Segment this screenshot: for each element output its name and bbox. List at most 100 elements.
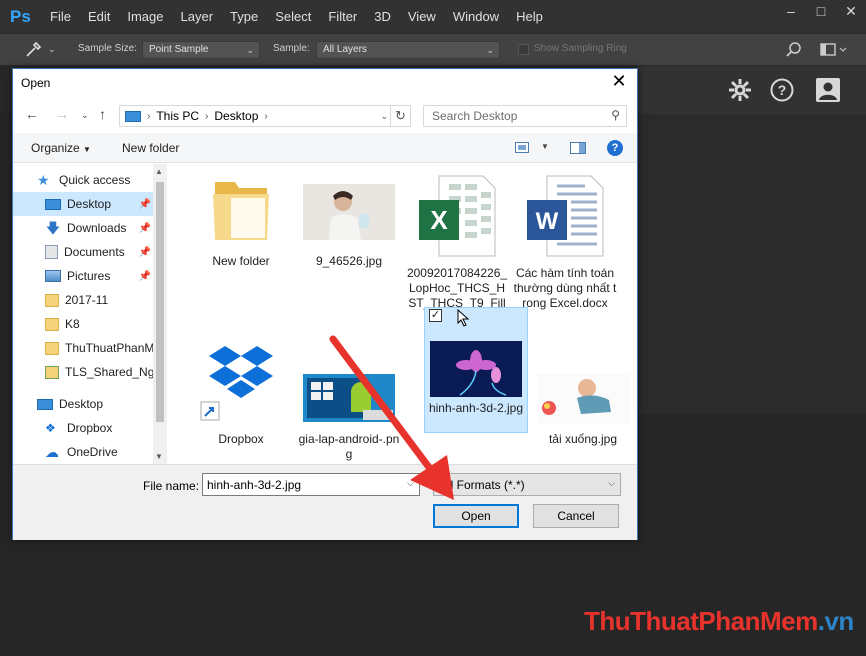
refresh-icon[interactable]: ↻ <box>390 106 410 126</box>
maximize-icon[interactable]: □ <box>806 0 836 22</box>
address-bar[interactable]: › This PC › Desktop › ⌄ ↻ <box>119 105 411 127</box>
menu-view[interactable]: View <box>408 9 436 24</box>
sample-label: Sample: <box>273 43 310 54</box>
file-name-input[interactable]: hinh-anh-3d-2.jpg ⌵ <box>202 473 420 496</box>
menu-image[interactable]: Image <box>127 9 163 24</box>
file-item-docx[interactable]: W Các hàm tính toán thường dùng nhất tro… <box>513 174 617 311</box>
menu-help[interactable]: Help <box>516 9 543 24</box>
file-name: Dropbox <box>218 432 264 446</box>
help-icon[interactable]: ? <box>607 140 623 156</box>
file-item-dropbox[interactable]: Dropbox <box>189 340 293 447</box>
file-item-hinh-anh-3d-2[interactable]: ✓ hinh-anh-3d-2.jpg <box>424 307 528 433</box>
android-thumbnail <box>303 374 395 422</box>
sample-size-select[interactable]: Point Sample ⌄ <box>142 41 260 59</box>
dialog-title: Open <box>21 76 51 90</box>
up-icon[interactable]: ↑ <box>99 106 106 122</box>
scrollbar-thumb[interactable] <box>156 182 164 422</box>
help-icon[interactable]: ? <box>770 78 794 102</box>
nav-item-tls-shared[interactable]: TLS_Shared_Nga <box>13 360 153 384</box>
breadcrumb-desktop[interactable]: Desktop <box>214 109 258 123</box>
eyedropper-icon[interactable] <box>24 41 42 59</box>
menu-file[interactable]: File <box>50 9 71 24</box>
pin-icon[interactable]: 📌 <box>139 223 151 234</box>
sample-select[interactable]: All Layers ⌄ <box>316 41 500 59</box>
nav-item-label: Desktop <box>67 197 112 211</box>
nav-item-2017-11[interactable]: 2017-11 <box>13 288 153 312</box>
file-name: gia-lap-android-.png <box>298 432 400 461</box>
shared-folder-icon <box>45 365 59 379</box>
pin-icon[interactable]: 📌 <box>139 271 151 282</box>
search-icon[interactable] <box>786 42 802 58</box>
menu-filter[interactable]: Filter <box>328 9 357 24</box>
watermark-part2: PhanMem <box>698 606 818 636</box>
word-icon: W <box>527 175 604 257</box>
pin-icon[interactable]: 📌 <box>139 199 151 210</box>
nav-item-downloads[interactable]: 🡇 Downloads 📌 <box>13 216 153 240</box>
organize-button[interactable]: Organize ▼ <box>31 141 91 155</box>
preview-pane-icon[interactable] <box>570 142 586 154</box>
cancel-button[interactable]: Cancel <box>533 504 619 528</box>
open-button[interactable]: Open <box>433 504 519 528</box>
ps-menubar: Ps File Edit Image Layer Type Select Fil… <box>0 0 866 33</box>
chevron-down-icon[interactable]: ⌄ <box>48 44 56 55</box>
file-item-9-46526[interactable]: 9_46526.jpg <box>297 174 401 269</box>
nav-item-desktop-root[interactable]: Desktop <box>13 392 153 416</box>
recent-locations-icon[interactable]: ⌄ <box>81 110 89 121</box>
close-icon[interactable]: ✕ <box>607 71 631 92</box>
nav-item-label: Desktop <box>59 397 104 411</box>
chevron-down-icon[interactable]: ⌄ <box>380 111 388 122</box>
close-icon[interactable]: ✕ <box>836 0 866 22</box>
menu-edit[interactable]: Edit <box>88 9 110 24</box>
chevron-right-icon: › <box>205 110 209 122</box>
nav-item-onedrive[interactable]: ☁ OneDrive <box>13 440 153 464</box>
forward-icon[interactable]: → <box>55 106 69 122</box>
back-icon[interactable]: ← <box>25 106 39 122</box>
right-panel <box>638 114 866 414</box>
nav-item-quick-access[interactable]: ★ Quick access <box>13 168 153 192</box>
checkbox-icon[interactable]: ✓ <box>429 309 442 322</box>
nav-scrollbar[interactable]: ▲ ▼ <box>153 164 167 464</box>
photo-thumbnail <box>303 184 395 240</box>
chevron-right-icon: › <box>264 110 268 122</box>
pictures-icon <box>45 270 61 282</box>
dialog-footer: File name: hinh-anh-3d-2.jpg ⌵ All Forma… <box>13 464 637 540</box>
nav-item-pictures[interactable]: Pictures 📌 <box>13 264 153 288</box>
file-item-android[interactable]: gia-lap-android-.png <box>297 340 401 462</box>
chevron-down-icon[interactable]: ▼ <box>541 142 549 151</box>
menu-window[interactable]: Window <box>453 9 499 24</box>
show-ring-checkbox[interactable] <box>518 44 529 55</box>
user-icon[interactable] <box>816 78 840 102</box>
file-type-select[interactable]: All Formats (*.*) ⌵ <box>433 473 621 496</box>
workspace-icon[interactable] <box>820 42 850 58</box>
file-item-new-folder[interactable]: New folder <box>189 174 293 269</box>
nav-item-documents[interactable]: Documents 📌 <box>13 240 153 264</box>
scroll-down-icon[interactable]: ▼ <box>155 452 163 461</box>
menu-type[interactable]: Type <box>230 9 258 24</box>
file-name: 9_46526.jpg <box>315 254 383 268</box>
chevron-down-icon[interactable]: ⌵ <box>407 478 414 489</box>
breadcrumb-this-pc[interactable]: This PC <box>156 109 199 123</box>
scroll-up-icon[interactable]: ▲ <box>155 167 163 176</box>
cursor-icon <box>457 309 470 327</box>
nav-item-desktop[interactable]: Desktop 📌 <box>13 192 153 216</box>
search-input[interactable]: Search Desktop ⚲ <box>423 105 627 127</box>
pin-icon[interactable]: 📌 <box>139 247 151 258</box>
view-icon[interactable] <box>515 142 529 153</box>
folder-icon <box>45 341 59 355</box>
folder-icon <box>45 317 59 331</box>
file-name-label: File name: <box>143 479 200 493</box>
file-item-tai-xuong[interactable]: tải xuống.jpg <box>531 340 635 447</box>
nav-item-dropbox[interactable]: ❖ Dropbox <box>13 416 153 440</box>
nav-item-thuthuatphanmem[interactable]: ThuThuatPhanMem <box>13 336 153 360</box>
menu-select[interactable]: Select <box>275 9 311 24</box>
menu-3d[interactable]: 3D <box>374 9 391 24</box>
minimize-icon[interactable]: – <box>776 0 806 22</box>
nav-item-k8[interactable]: K8 <box>13 312 153 336</box>
gear-icon[interactable] <box>728 78 752 102</box>
menu-layer[interactable]: Layer <box>181 9 214 24</box>
new-folder-button[interactable]: New folder <box>122 141 179 155</box>
chevron-down-icon: ⌵ <box>608 478 615 488</box>
navigation-pane: ★ Quick access Desktop 📌 🡇 Downloads 📌 D… <box>13 164 167 464</box>
sample-size-label: Sample Size: <box>78 43 137 54</box>
file-item-xls[interactable]: X 20092017084226_LopHoc_THCS_HST_THCS_T9… <box>405 174 509 326</box>
